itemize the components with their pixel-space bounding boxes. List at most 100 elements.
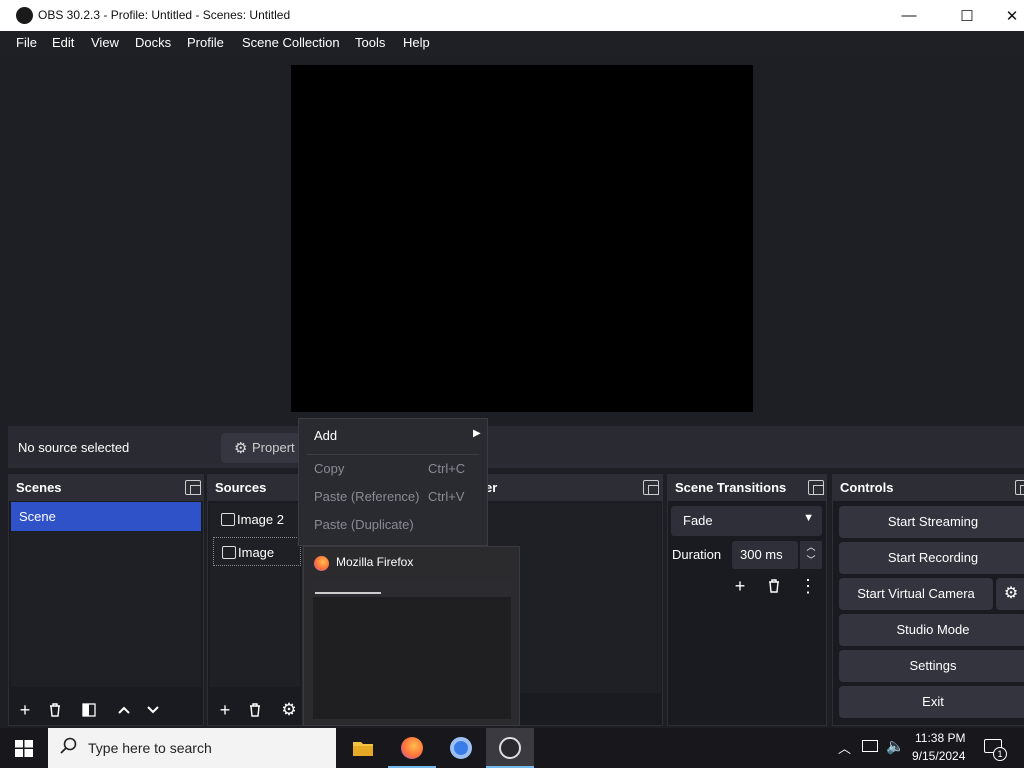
menu-bar: File Edit View Docks Profile Scene Colle…	[0, 31, 1024, 56]
network-icon[interactable]	[862, 740, 878, 752]
menu-file[interactable]: File	[16, 35, 37, 50]
submenu-arrow-icon: ▶	[473, 428, 481, 439]
chevron-up-icon[interactable]: ︿	[800, 541, 822, 554]
undock-icon[interactable]	[185, 480, 201, 495]
add-source-button[interactable]: +	[213, 698, 237, 722]
source-properties-button[interactable]: ⚙	[277, 698, 301, 722]
search-placeholder: Type here to search	[88, 740, 212, 756]
source-item-label: Image 2	[237, 512, 284, 527]
chevron-down-icon[interactable]: ﹀	[800, 554, 822, 567]
menu-docks[interactable]: Docks	[135, 35, 171, 50]
windows-icon	[15, 740, 33, 757]
image-icon	[221, 513, 235, 526]
add-transition-button[interactable]: +	[728, 574, 752, 598]
folder-icon	[353, 742, 373, 756]
duration-stepper[interactable]: ︿ ﹀	[800, 541, 822, 569]
chevron-up-icon[interactable]: ︿	[838, 738, 851, 757]
trash-icon	[769, 579, 779, 593]
menu-scene-collection[interactable]: Scene Collection	[242, 35, 340, 50]
start-virtual-camera-button[interactable]: Start Virtual Camera	[839, 578, 993, 610]
scenes-dock-header: Scenes	[9, 475, 203, 501]
chevron-down-icon: ▼	[803, 512, 814, 524]
volume-muted-icon[interactable]: 🔈	[886, 737, 905, 755]
context-menu-paste-duplicate[interactable]: Paste (Duplicate)	[314, 517, 414, 532]
more-vertical-icon: ⋮	[799, 575, 817, 596]
chevron-down-icon	[147, 706, 159, 714]
menu-profile[interactable]: Profile	[187, 35, 224, 50]
source-item-label: Image	[238, 545, 275, 560]
exit-button[interactable]: Exit	[839, 686, 1024, 718]
obs-logo-icon	[499, 737, 521, 759]
chrome-taskbar-button[interactable]	[437, 728, 485, 768]
scene-list-item[interactable]: Scene	[11, 502, 201, 531]
scene-move-up-button[interactable]	[112, 698, 136, 722]
undock-icon[interactable]	[643, 480, 659, 495]
image-icon	[222, 546, 236, 559]
duration-input[interactable]: 300 ms	[732, 541, 798, 569]
context-menu-paste-reference[interactable]: Paste (Reference)	[314, 489, 420, 504]
firefox-taskbar-preview[interactable]: Mozilla Firefox	[303, 546, 520, 726]
taskbar-search[interactable]: Type here to search	[48, 728, 336, 768]
controls-dock-title: Controls	[840, 480, 894, 495]
notification-badge: 1	[993, 747, 1007, 761]
close-button[interactable]: ✕	[989, 0, 1024, 31]
minimize-button[interactable]: —	[886, 0, 932, 31]
start-recording-button[interactable]: Start Recording	[839, 542, 1024, 574]
obs-taskbar-button[interactable]	[486, 728, 534, 768]
filter-icon	[82, 703, 96, 717]
gear-icon: ⚙	[234, 440, 248, 457]
menu-tools[interactable]: Tools	[355, 35, 385, 50]
undock-icon[interactable]	[1015, 480, 1024, 495]
firefox-icon	[314, 556, 329, 571]
transition-more-button[interactable]: ⋮	[796, 574, 820, 598]
menu-help[interactable]: Help	[403, 35, 430, 50]
chromium-icon	[450, 737, 472, 759]
context-menu-copy[interactable]: Copy	[314, 461, 344, 476]
remove-scene-button[interactable]	[43, 698, 67, 722]
properties-button[interactable]: ⚙ Propert	[221, 433, 301, 463]
trash-icon	[50, 703, 60, 717]
virtual-camera-settings-button[interactable]: ⚙	[996, 578, 1024, 610]
start-button[interactable]	[0, 728, 48, 768]
preview-canvas[interactable]	[291, 65, 753, 412]
maximize-button[interactable]: ☐	[944, 0, 990, 31]
studio-mode-button[interactable]: Studio Mode	[839, 614, 1024, 646]
start-streaming-button[interactable]: Start Streaming	[839, 506, 1024, 538]
trash-icon	[250, 703, 260, 717]
source-status-text: No source selected	[18, 440, 130, 455]
chevron-up-icon	[118, 706, 130, 714]
scenes-dock-title: Scenes	[16, 480, 62, 495]
transition-select[interactable]: Fade ▼	[671, 506, 822, 536]
scene-item-label: Scene	[19, 509, 56, 524]
gear-icon: ⚙	[1003, 585, 1019, 602]
gear-icon: ⚙	[281, 700, 297, 719]
taskbar-clock-time[interactable]: 11:38 PM	[915, 731, 965, 745]
preview-title: Mozilla Firefox	[336, 555, 414, 569]
settings-button[interactable]: Settings	[839, 650, 1024, 682]
source-item[interactable]: Image 2	[213, 505, 301, 534]
obs-logo-icon	[16, 7, 33, 24]
properties-label: Propert	[252, 440, 295, 455]
menu-view[interactable]: View	[91, 35, 119, 50]
remove-source-button[interactable]	[243, 698, 267, 722]
add-scene-button[interactable]: +	[13, 698, 37, 722]
preview-thumbnail	[313, 579, 511, 719]
transitions-dock-title: Scene Transitions	[675, 480, 787, 495]
title-bar: OBS 30.2.3 - Profile: Untitled - Scenes:…	[0, 0, 1024, 31]
remove-transition-button[interactable]	[762, 574, 786, 598]
scene-filters-button[interactable]	[77, 698, 101, 722]
context-menu: Add ▶ Copy Ctrl+C Paste (Reference) Ctrl…	[298, 418, 488, 546]
transitions-dock-header: Scene Transitions	[668, 475, 826, 501]
thumbnail-progress	[315, 592, 381, 594]
copy-shortcut: Ctrl+C	[428, 461, 466, 476]
undock-icon[interactable]	[808, 480, 824, 495]
controls-dock-header: Controls	[833, 475, 1024, 501]
menu-edit[interactable]: Edit	[52, 35, 74, 50]
taskbar-clock-date[interactable]: 9/15/2024	[912, 749, 965, 763]
source-item[interactable]: Image	[213, 537, 301, 566]
scene-move-down-button[interactable]	[141, 698, 165, 722]
file-explorer-taskbar-button[interactable]	[339, 728, 387, 768]
firefox-taskbar-button[interactable]	[388, 728, 436, 768]
paste-shortcut: Ctrl+V	[428, 489, 465, 504]
context-menu-add[interactable]: Add	[314, 428, 337, 443]
